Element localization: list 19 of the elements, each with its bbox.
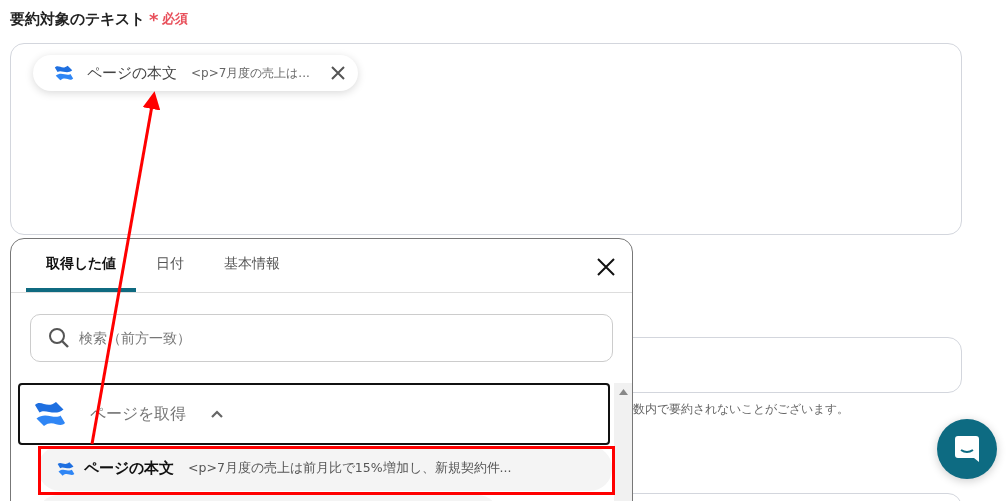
close-icon[interactable] [329, 65, 346, 81]
scrollbar[interactable] [614, 383, 632, 501]
helper-text: 数内で要約されないことがございます。 [633, 401, 850, 418]
variable-chip[interactable]: ページの本文 <p>7月度の売上は... [33, 55, 358, 91]
search-field[interactable]: 検索（前方一致） [30, 314, 613, 362]
list-item[interactable]: ページの本文 <p>7月度の売上は前月比で15%増加し、新規契約件... [38, 446, 612, 491]
field-label: 要約対象のテキスト [10, 9, 145, 29]
search-icon [48, 327, 70, 349]
required-mark: * [149, 8, 159, 30]
scroll-up-icon[interactable] [618, 389, 628, 395]
required-label: 必須 [162, 10, 189, 28]
tab[interactable]: 取得した値 [26, 239, 136, 292]
chevron-icon [210, 409, 224, 419]
text-field[interactable]: ページの本文 <p>7月度の売上は... [10, 43, 962, 235]
close-button[interactable] [596, 257, 616, 277]
tab[interactable]: 基本情報 [204, 239, 300, 292]
chat-button[interactable] [937, 419, 997, 479]
tab[interactable]: 日付 [136, 239, 204, 292]
chat-icon [954, 435, 980, 463]
